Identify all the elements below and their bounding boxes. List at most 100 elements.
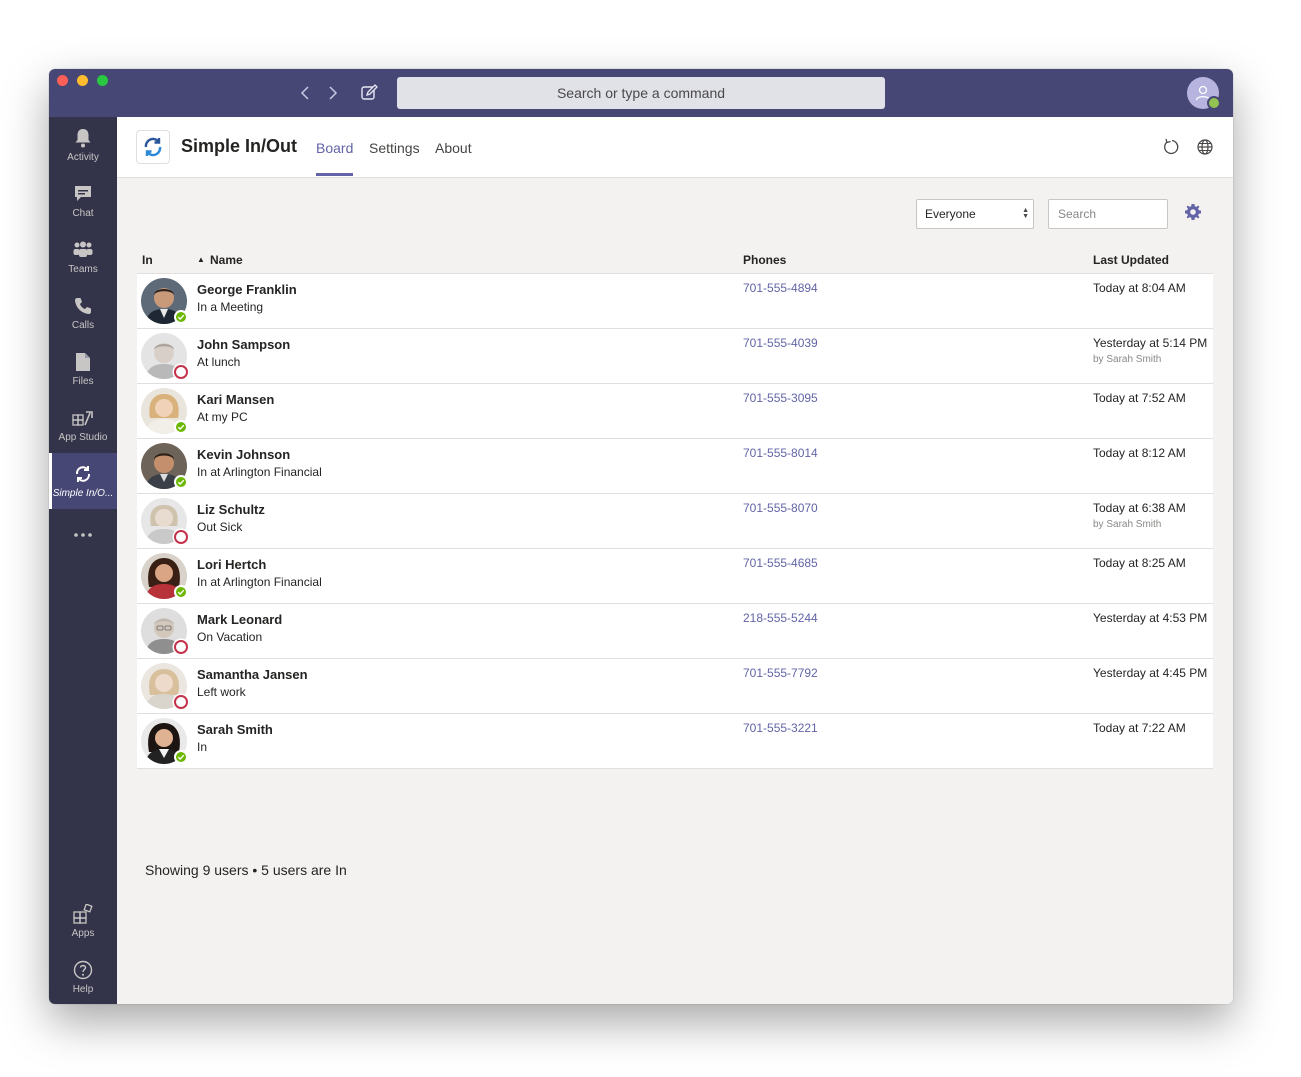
more-apps-button[interactable] (49, 519, 117, 549)
user-avatar[interactable] (1187, 77, 1221, 110)
people-search-input[interactable] (1048, 199, 1168, 229)
status-out-circle-icon (174, 695, 188, 709)
teams-icon (72, 238, 94, 262)
rail-item-help[interactable]: Help (49, 949, 117, 1004)
rail-item-chat[interactable]: Chat (49, 173, 117, 229)
person-name: Mark Leonard (197, 612, 283, 627)
last-updated: Today at 6:38 AM (1093, 501, 1186, 515)
rail-item-files[interactable]: Files (49, 341, 117, 397)
person-name: Liz Schultz (197, 502, 265, 517)
status-out-circle-icon (174, 640, 188, 654)
rail-item-calls[interactable]: Calls (49, 285, 117, 341)
close-window-button[interactable] (57, 75, 68, 86)
table-row[interactable]: Samantha Jansen Left work 701-555-7792 Y… (137, 659, 1213, 714)
person-status: At my PC (197, 410, 248, 424)
phone-link[interactable]: 701-555-4685 (743, 556, 818, 570)
column-header-in[interactable]: In (142, 253, 153, 267)
users-summary: Showing 9 users • 5 users are In (145, 862, 347, 878)
phone-link[interactable]: 701-555-8070 (743, 501, 818, 515)
person-status: Out Sick (197, 520, 243, 534)
phone-link[interactable]: 701-555-7792 (743, 666, 818, 680)
help-icon (73, 958, 93, 982)
gear-icon[interactable] (1184, 203, 1202, 221)
rail-label: Chat (72, 208, 94, 219)
person-status: In at Arlington Financial (197, 575, 322, 589)
status-out-circle-icon (174, 530, 188, 544)
rail-item-app-studio[interactable]: App Studio (49, 397, 117, 453)
status-in-check-icon (174, 310, 188, 324)
select-arrows-icon: ▲ ▼ (1022, 207, 1029, 220)
last-updated: Today at 7:52 AM (1093, 391, 1186, 405)
apps-icon (73, 902, 93, 926)
back-chevron-icon[interactable] (295, 83, 315, 103)
updated-by: by Sarah Smith (1093, 354, 1162, 365)
table-row[interactable]: Kevin Johnson In at Arlington Financial … (137, 439, 1213, 494)
globe-icon[interactable] (1196, 138, 1214, 156)
rail-item-teams[interactable]: Teams (49, 229, 117, 285)
compose-icon[interactable] (359, 83, 379, 103)
rail-item-simple-inout[interactable]: Simple In/O... (49, 453, 117, 509)
table-row[interactable]: John Sampson At lunch 701-555-4039 Yeste… (137, 329, 1213, 384)
table-row[interactable]: Lori Hertch In at Arlington Financial 70… (137, 549, 1213, 604)
command-search-box[interactable]: Search or type a command (397, 77, 885, 109)
rail-item-activity[interactable]: Activity (49, 117, 117, 173)
column-header-phones[interactable]: Phones (743, 253, 786, 267)
chat-icon (73, 182, 93, 206)
rail-label: App Studio (58, 432, 108, 443)
phone-link[interactable]: 701-555-4894 (743, 281, 818, 295)
tab-about[interactable]: About (435, 140, 472, 156)
person-name: George Franklin (197, 282, 297, 297)
refresh-icon[interactable] (1163, 138, 1181, 156)
rail-label: Teams (68, 264, 98, 275)
column-header-name[interactable]: Name (210, 253, 243, 267)
phone-link[interactable]: 701-555-3221 (743, 721, 818, 735)
zoom-window-button[interactable] (97, 75, 108, 86)
person-name: Kevin Johnson (197, 447, 291, 462)
tab-board[interactable]: Board (316, 140, 354, 176)
updated-by: by Sarah Smith (1093, 519, 1162, 530)
phone-link[interactable]: 701-555-4039 (743, 336, 818, 350)
group-filter-select[interactable]: Everyone ▲ ▼ (916, 199, 1034, 229)
app-rail: Activity Chat Teams Calls Files App Stud… (49, 117, 117, 1004)
title-bar: Search or type a command (49, 69, 1233, 117)
last-updated: Today at 7:22 AM (1093, 721, 1186, 735)
phone-icon (74, 294, 92, 318)
table-row[interactable]: Mark Leonard On Vacation 218-555-5244 Ye… (137, 604, 1213, 659)
table-row[interactable]: Liz Schultz Out Sick 701-555-8070 Today … (137, 494, 1213, 549)
last-updated: Yesterday at 5:14 PM (1093, 336, 1208, 350)
last-updated: Yesterday at 4:53 PM (1093, 611, 1208, 625)
status-out-circle-icon (174, 365, 188, 379)
rail-label: Help (72, 984, 94, 995)
rail-item-apps[interactable]: Apps (49, 893, 117, 949)
person-status: In a Meeting (197, 300, 264, 314)
rail-label: Apps (71, 928, 95, 939)
minimize-window-button[interactable] (77, 75, 88, 86)
sort-ascending-icon: ▲ (197, 255, 205, 264)
person-status: Left work (197, 685, 246, 699)
person-name: John Sampson (197, 337, 291, 352)
column-header-last-updated[interactable]: Last Updated (1093, 253, 1169, 267)
rail-label: Calls (71, 320, 95, 331)
forward-chevron-icon[interactable] (323, 83, 343, 103)
tab-settings[interactable]: Settings (369, 140, 420, 156)
status-in-check-icon (174, 750, 188, 764)
last-updated: Today at 8:12 AM (1093, 446, 1186, 460)
people-table: In ▲ Name Phones Last Updated George Fra… (137, 245, 1213, 769)
phone-link[interactable]: 218-555-5244 (743, 611, 818, 625)
app-title: Simple In/Out (181, 136, 298, 156)
rail-label: Activity (67, 152, 99, 163)
table-row[interactable]: George Franklin In a Meeting 701-555-489… (137, 274, 1213, 329)
person-status: At lunch (197, 355, 241, 369)
status-in-check-icon (174, 475, 188, 489)
person-status: In at Arlington Financial (197, 465, 322, 479)
table-row[interactable]: Kari Mansen At my PC 701-555-3095 Today … (137, 384, 1213, 439)
person-status: On Vacation (197, 630, 263, 644)
person-name: Sarah Smith (197, 722, 273, 737)
phone-link[interactable]: 701-555-8014 (743, 446, 818, 460)
phone-link[interactable]: 701-555-3095 (743, 391, 818, 405)
app-content: Simple In/Out Board Settings About Every… (117, 117, 1233, 1004)
person-name: Kari Mansen (197, 392, 275, 407)
table-row[interactable]: Sarah Smith In 701-555-3221 Today at 7:2… (137, 714, 1213, 769)
bell-icon (74, 126, 92, 150)
status-in-check-icon (174, 585, 188, 599)
